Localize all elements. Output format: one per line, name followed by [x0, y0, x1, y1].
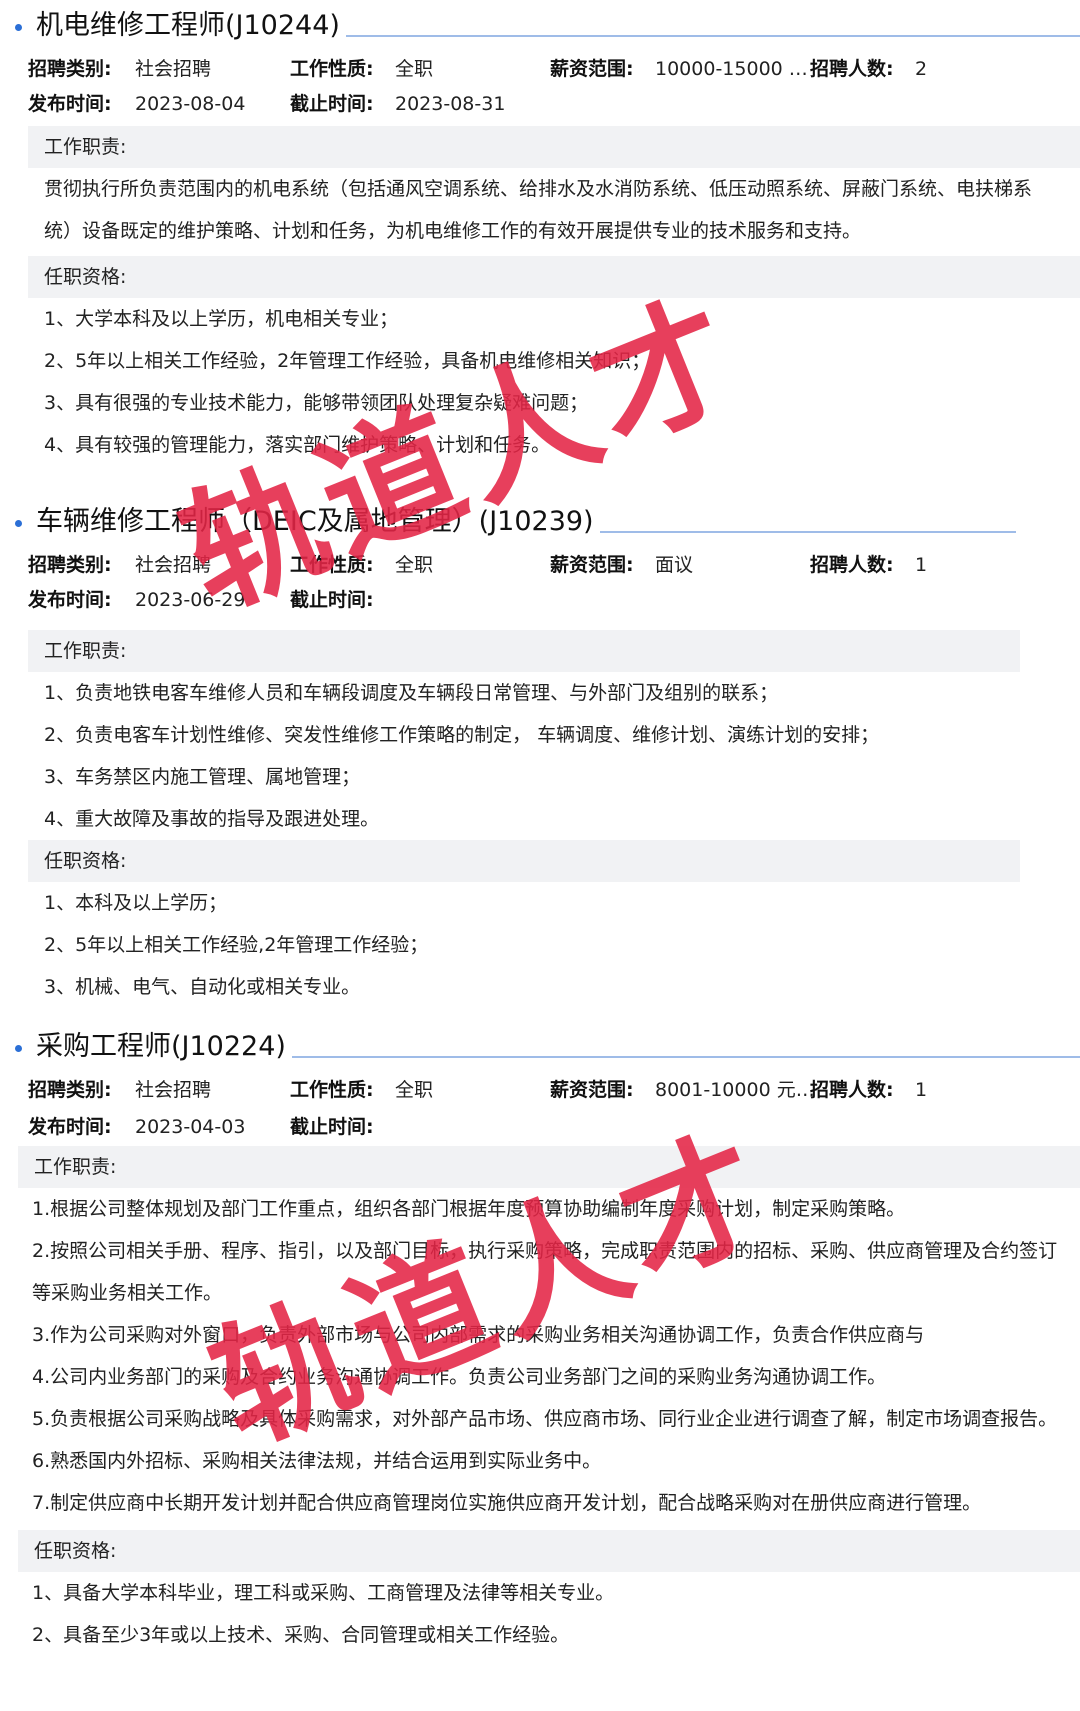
meta-row: 发布时间: 2023-06-29 截止时间: — [0, 583, 1080, 618]
job-posting: 机电维修工程师(J10244) 招聘类别: 社会招聘 工作性质: 全职 薪资范围… — [0, 0, 1080, 466]
duties-heading: 工作职责: — [28, 126, 1080, 168]
headcount-value: 1 — [915, 554, 928, 576]
qualifications-heading: 任职资格: — [28, 840, 1020, 882]
qualification-line: 1、本科及以上学历； — [44, 892, 228, 914]
bullet-icon — [15, 1045, 22, 1052]
publish-value: 2023-04-03 — [135, 1116, 246, 1138]
deadline-label: 截止时间: — [290, 1116, 374, 1138]
publish-value: 2023-06-29 — [135, 589, 246, 611]
salary-value: 10000-15000 … — [655, 58, 808, 80]
bullet-icon — [15, 520, 22, 527]
salary-value: 8001-10000 元… — [655, 1079, 815, 1101]
qualification-line: 3、机械、电气、自动化或相关专业。 — [44, 976, 361, 998]
job-title[interactable]: 车辆维修工程师（DEIC及属地管理）(J10239) — [36, 502, 600, 542]
category-value: 社会招聘 — [135, 554, 212, 576]
category-label: 招聘类别: — [28, 554, 112, 576]
duty-line: 2.按照公司相关手册、程序、指引，以及部门目标，执行采购策略，完成职责范围内的招… — [32, 1240, 1058, 1304]
duty-line: 3.作为公司采购对外窗口，负责外部市场与公司内部需求的采购业务相关沟通协调工作，… — [32, 1324, 925, 1346]
duty-line: 贯彻执行所负责范围内的机电系统（包括通风空调系统、给排水及水消防系统、低压动照系… — [44, 178, 1033, 242]
meta-row: 发布时间: 2023-08-04 截止时间: 2023-08-31 — [0, 87, 1080, 122]
duties-heading: 工作职责: — [18, 1146, 1080, 1188]
qualification-line: 2、具备至少3年或以上技术、采购、合同管理或相关工作经验。 — [32, 1624, 570, 1646]
publish-value: 2023-08-04 — [135, 93, 246, 115]
nature-label: 工作性质: — [290, 554, 374, 576]
duties-heading: 工作职责: — [28, 630, 1020, 672]
duty-line: 4、重大故障及事故的指导及跟进处理。 — [44, 808, 380, 830]
duty-line: 6.熟悉国内外招标、采购相关法律法规，并结合运用到实际业务中。 — [32, 1450, 602, 1472]
publish-label: 发布时间: — [28, 93, 112, 115]
category-value: 社会招聘 — [135, 1079, 212, 1101]
job-title[interactable]: 采购工程师(J10224) — [36, 1027, 292, 1067]
qualification-line: 2、5年以上相关工作经验，2年管理工作经验，具备机电维修相关知识； — [44, 350, 651, 372]
duty-line: 5.负责根据公司采购战略及具体采购需求，对外部产品市场、供应商市场、同行业企业进… — [32, 1408, 1058, 1430]
salary-label: 薪资范围: — [550, 554, 634, 576]
publish-label: 发布时间: — [28, 1116, 112, 1138]
meta-row: 招聘类别: 社会招聘 工作性质: 全职 薪资范围: 面议 招聘人数: 1 — [0, 548, 1080, 583]
qualification-line: 1、大学本科及以上学历，机电相关专业； — [44, 308, 399, 330]
salary-label: 薪资范围: — [550, 58, 634, 80]
publish-label: 发布时间: — [28, 589, 112, 611]
qualifications-heading: 任职资格: — [28, 256, 1080, 298]
duty-line: 4.公司内业务部门的采购及合约业务沟通协调工作。负责公司业务部门之间的采购业务沟… — [32, 1366, 887, 1388]
qualification-line: 3、具有很强的专业技术能力，能够带领团队处理复杂疑难问题； — [44, 392, 589, 414]
qualification-line: 1、具备大学本科毕业，理工科或采购、工商管理及法律等相关专业。 — [32, 1582, 615, 1604]
headcount-value: 1 — [915, 1079, 928, 1101]
nature-label: 工作性质: — [290, 1079, 374, 1101]
headcount-label: 招聘人数: — [810, 1079, 894, 1101]
duty-line: 2、负责电客车计划性维修、突发性维修工作策略的制定， 车辆调度、维修计划、演练计… — [44, 724, 880, 746]
headcount-value: 2 — [915, 58, 928, 80]
job-posting: 采购工程师(J10224) 招聘类别: 社会招聘 工作性质: 全职 薪资范围: … — [0, 1021, 1080, 1656]
headcount-label: 招聘人数: — [810, 58, 894, 80]
nature-value: 全职 — [395, 1079, 434, 1101]
duty-line: 7.制定供应商中长期开发计划并配合供应商管理岗位实施供应商开发计划，配合战略采购… — [32, 1492, 982, 1514]
meta-row: 招聘类别: 社会招聘 工作性质: 全职 薪资范围: 8001-10000 元… … — [0, 1073, 1080, 1108]
meta-row: 招聘类别: 社会招聘 工作性质: 全职 薪资范围: 10000-15000 … … — [0, 52, 1080, 87]
deadline-value: 2023-08-31 — [395, 93, 506, 115]
category-label: 招聘类别: — [28, 58, 112, 80]
nature-value: 全职 — [395, 554, 434, 576]
qualification-line: 4、具有较强的管理能力，落实部门维护策略、计划和任务。 — [44, 434, 551, 456]
duty-line: 3、车务禁区内施工管理、属地管理； — [44, 766, 361, 788]
meta-row: 发布时间: 2023-04-03 截止时间: — [0, 1108, 1080, 1146]
deadline-label: 截止时间: — [290, 589, 374, 611]
qualification-line: 2、5年以上相关工作经验,2年管理工作经验； — [44, 934, 429, 956]
category-label: 招聘类别: — [28, 1079, 112, 1101]
salary-label: 薪资范围: — [550, 1079, 634, 1101]
qualifications-heading: 任职资格: — [18, 1530, 1080, 1572]
headcount-label: 招聘人数: — [810, 554, 894, 576]
bullet-icon — [15, 24, 22, 31]
duty-line: 1.根据公司整体规划及部门工作重点，组织各部门根据年度预算协助编制年度采购计划，… — [32, 1198, 906, 1220]
deadline-label: 截止时间: — [290, 93, 374, 115]
job-posting: 车辆维修工程师（DEIC及属地管理）(J10239) 招聘类别: 社会招聘 工作… — [0, 496, 1080, 1008]
category-value: 社会招聘 — [135, 58, 212, 80]
nature-value: 全职 — [395, 58, 434, 80]
nature-label: 工作性质: — [290, 58, 374, 80]
job-title[interactable]: 机电维修工程师(J10244) — [36, 6, 346, 46]
duty-line: 1、负责地铁电客车维修人员和车辆段调度及车辆段日常管理、与外部门及组别的联系； — [44, 682, 779, 704]
salary-value: 面议 — [655, 554, 694, 576]
